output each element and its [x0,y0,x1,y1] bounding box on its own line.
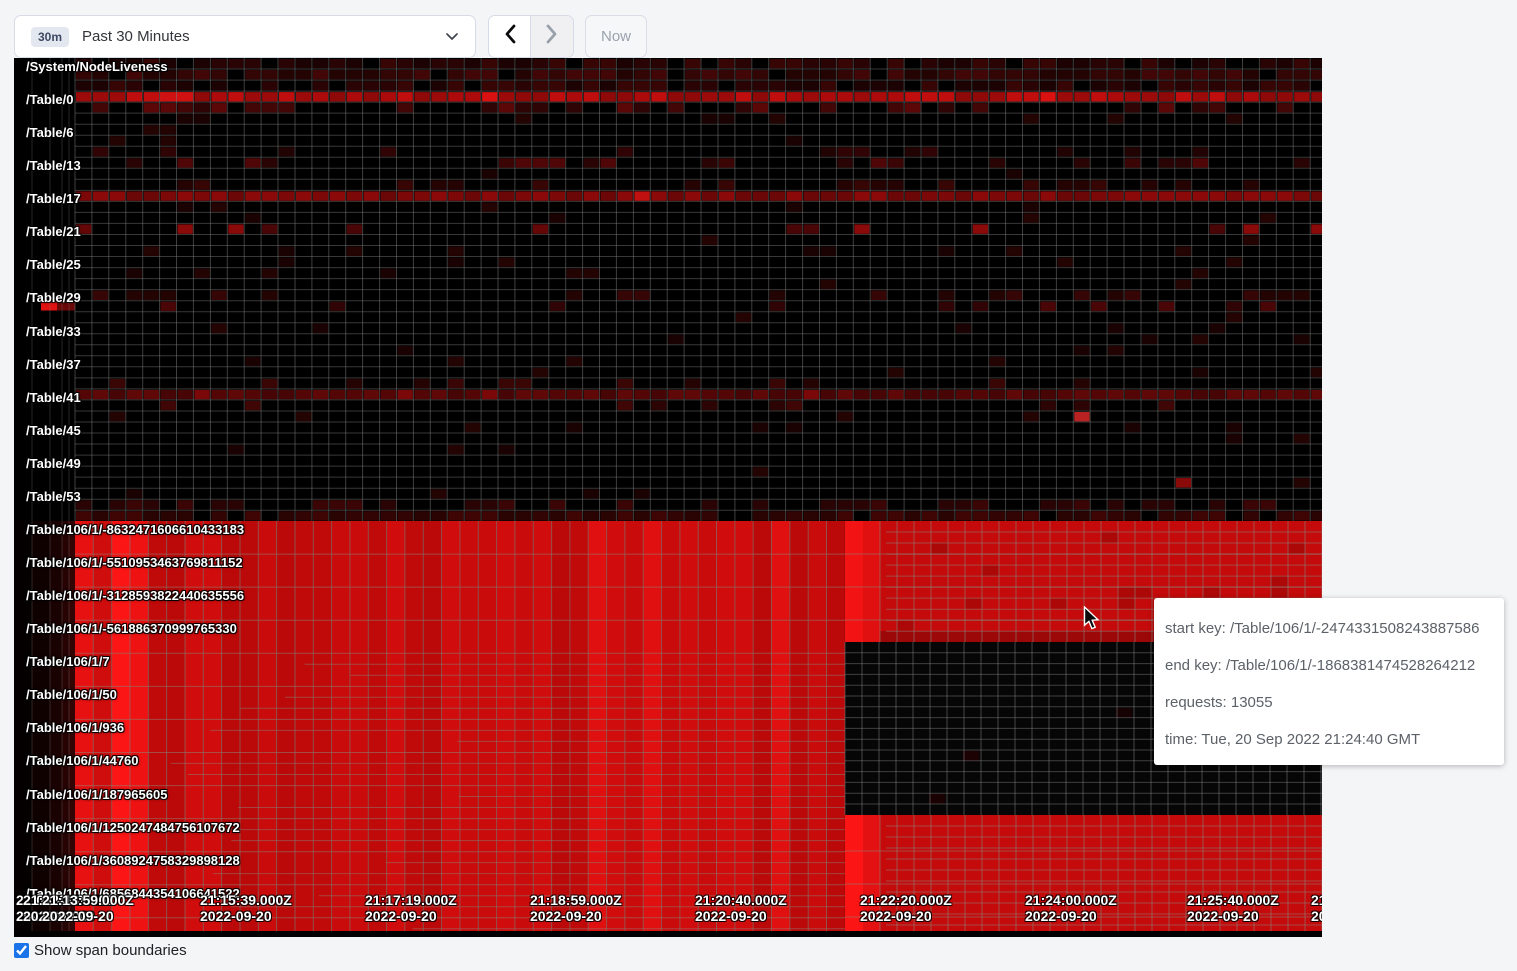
time-range-dropdown[interactable]: 30m Past 30 Minutes [14,15,476,58]
duration-badge: 30m [31,27,69,47]
time-nav-group [488,15,574,58]
chart-footer: Show span boundaries [14,939,187,961]
tooltip-line: end key: /Table/106/1/-18683814745282642… [1165,647,1493,684]
tooltip-line: start key: /Table/106/1/-247433150824388… [1165,610,1493,647]
duration-label: Past 30 Minutes [82,28,445,45]
back-button[interactable] [489,16,531,57]
tooltip-line: requests: 13055 [1165,684,1493,721]
key-visualizer-heatmap[interactable]: /System/NodeLiveness/Table/0/Table/6/Tab… [14,58,1322,937]
forward-button[interactable] [531,16,573,57]
now-button[interactable]: Now [585,15,647,58]
tooltip-line: time: Tue, 20 Sep 2022 21:24:40 GMT [1165,721,1493,758]
cell-tooltip: start key: /Table/106/1/-247433150824388… [1154,598,1504,765]
heatmap-canvas [14,58,1322,937]
chevron-down-icon [445,28,459,46]
chevron-left-icon [504,24,516,49]
chevron-right-icon [546,24,558,49]
show-span-boundaries-label: Show span boundaries [34,942,187,959]
toolbar: 30m Past 30 Minutes Now [0,0,1517,57]
show-span-boundaries-checkbox[interactable] [14,943,29,958]
